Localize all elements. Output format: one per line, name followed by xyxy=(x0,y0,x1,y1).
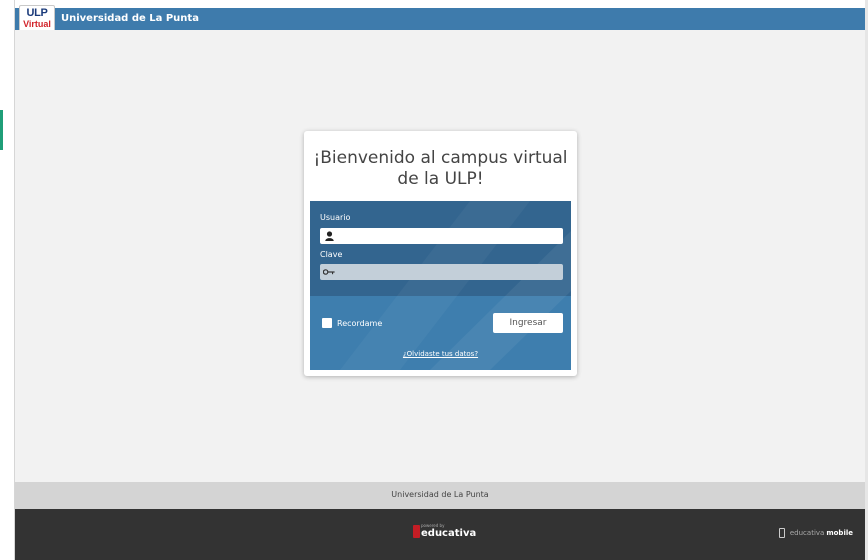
ulp-virtual-logo[interactable]: ULP Virtual xyxy=(19,5,55,33)
logo-text-top: ULP xyxy=(26,7,48,19)
powered-by-educativa[interactable]: powered by educativa xyxy=(413,524,476,539)
forgot-credentials-link[interactable]: ¿Olvidaste tus datos? xyxy=(310,350,571,358)
footer-institution: Universidad de La Punta xyxy=(15,482,865,509)
top-header: ULP Virtual Universidad de La Punta xyxy=(15,5,865,33)
user-label: Usuario xyxy=(320,213,351,222)
login-card: ¡Bienvenido al campus virtual de la ULP!… xyxy=(304,131,577,376)
login-form-panel: Usuario Clave Recordame Ingresar ¿Olvida… xyxy=(310,201,571,370)
phone-icon xyxy=(778,528,785,538)
password-field[interactable] xyxy=(320,264,563,280)
footer-bar: powered by educativa educativa mobile xyxy=(15,509,865,560)
educativa-mobile-link[interactable]: educativa mobile xyxy=(778,528,853,538)
main-content: ¡Bienvenido al campus virtual de la ULP!… xyxy=(15,30,865,482)
user-field[interactable] xyxy=(320,228,563,244)
remember-label[interactable]: Recordame xyxy=(337,319,382,328)
mobile-brand-text: educativa xyxy=(789,529,825,537)
educativa-brand: educativa xyxy=(421,528,477,539)
left-accent-tab xyxy=(0,110,3,150)
header-title[interactable]: Universidad de La Punta xyxy=(61,13,199,24)
educativa-logo-icon xyxy=(413,525,420,538)
password-label: Clave xyxy=(320,250,343,259)
mobile-suffix-text: mobile xyxy=(826,529,853,537)
password-input[interactable] xyxy=(336,265,556,279)
submit-button[interactable]: Ingresar xyxy=(493,313,563,333)
page-left-border xyxy=(0,0,15,560)
actions-section xyxy=(310,296,571,370)
key-icon xyxy=(322,265,336,279)
welcome-heading: ¡Bienvenido al campus virtual de la ULP! xyxy=(313,148,568,189)
remember-checkbox[interactable] xyxy=(322,318,332,328)
user-icon xyxy=(322,229,336,243)
user-input[interactable] xyxy=(336,229,556,243)
remember-option[interactable]: Recordame xyxy=(322,318,382,328)
logo-text-bottom: Virtual xyxy=(23,19,51,29)
